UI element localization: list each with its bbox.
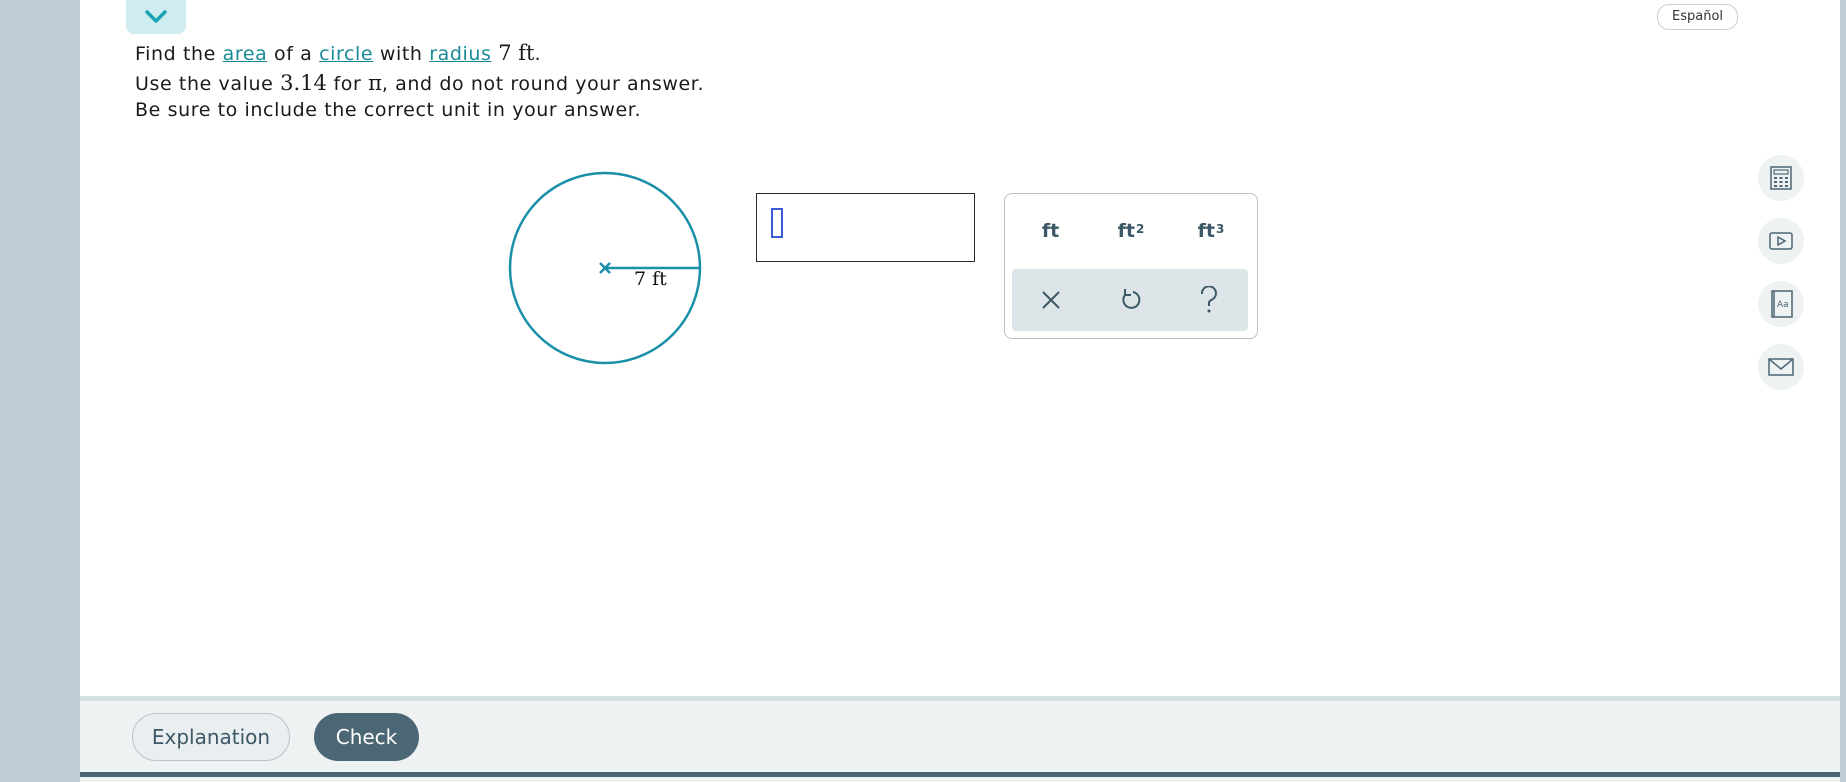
explanation-button[interactable]: Explanation	[132, 713, 290, 761]
unit-ft3-button[interactable]: ft 3	[1176, 211, 1246, 251]
undo-button[interactable]	[1100, 275, 1160, 325]
pi-symbol: π	[368, 71, 382, 95]
calculator-icon	[1770, 166, 1792, 190]
clear-button[interactable]	[1021, 275, 1081, 325]
dictionary-button[interactable]: Aa	[1758, 281, 1804, 327]
link-circle[interactable]: circle	[319, 43, 373, 65]
unit-row: ft ft 2 ft 3	[1005, 194, 1257, 268]
undo-icon	[1122, 289, 1141, 309]
clear-icon	[1042, 291, 1061, 309]
problem-line-1: Find the area of a circle with radius 7 …	[135, 41, 542, 65]
video-button[interactable]	[1758, 218, 1804, 264]
message-icon	[1768, 358, 1794, 376]
check-button[interactable]: Check	[314, 713, 419, 761]
unit-ft2-button[interactable]: ft 2	[1096, 211, 1166, 251]
dictionary-icon: Aa	[1771, 290, 1793, 318]
problem-statement: Find the area of a circle with radius 7 …	[135, 38, 704, 123]
pi-value: 3.14	[280, 71, 327, 95]
link-area[interactable]: area	[223, 43, 268, 65]
answer-input[interactable]	[756, 193, 975, 262]
input-cursor	[771, 208, 783, 238]
help-button[interactable]	[1179, 275, 1239, 325]
link-radius[interactable]: radius	[429, 43, 491, 65]
language-toggle[interactable]: Español	[1657, 4, 1739, 30]
unit-ft-button[interactable]: ft	[1016, 211, 1086, 251]
circle-diagram: 7 ft	[508, 171, 702, 365]
right-border	[1840, 0, 1846, 777]
footer-bar: Explanation Check	[80, 696, 1840, 782]
footer-edge	[80, 772, 1840, 777]
collapse-toggle[interactable]	[126, 0, 186, 34]
problem-line-2: Use the value 3.14 for π, and do not rou…	[135, 71, 705, 95]
action-row	[1012, 269, 1248, 331]
radius-value: 7 ft	[498, 41, 535, 65]
message-button[interactable]	[1758, 344, 1804, 390]
video-icon	[1769, 232, 1793, 250]
radius-label: 7 ft	[634, 268, 667, 290]
unit-palette: ft ft 2 ft 3	[1004, 193, 1258, 339]
chevron-down-icon	[145, 10, 167, 23]
svg-text:Aa: Aa	[1777, 300, 1789, 310]
calculator-button[interactable]	[1758, 155, 1804, 201]
problem-line-3: Be sure to include the correct unit in y…	[135, 99, 642, 121]
help-icon	[1200, 286, 1217, 313]
